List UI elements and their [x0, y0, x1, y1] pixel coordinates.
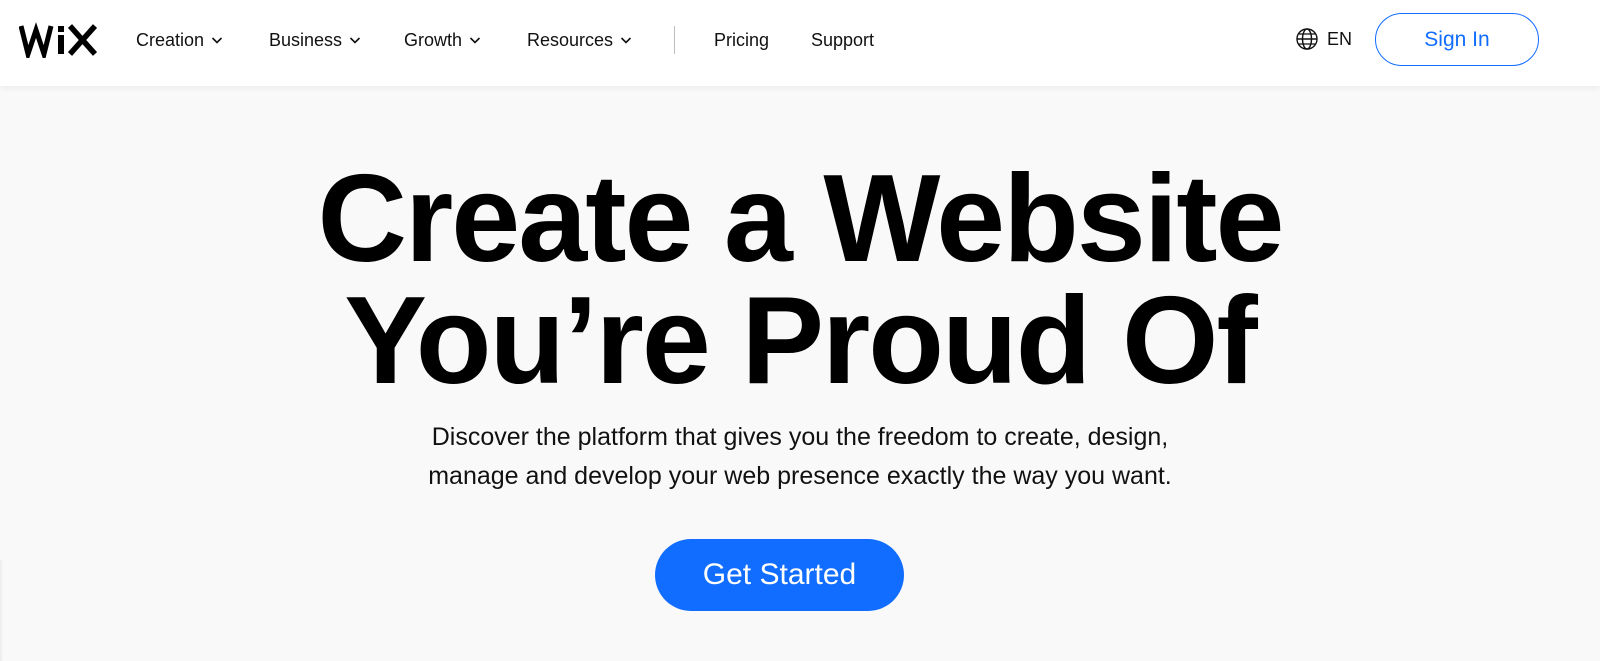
nav-growth[interactable]: Growth: [404, 28, 481, 52]
left-edge-shadow: [0, 560, 3, 661]
chevron-down-icon: [469, 37, 481, 44]
language-selector[interactable]: EN: [1295, 27, 1352, 51]
chevron-down-icon: [620, 37, 632, 44]
sign-in-button[interactable]: Sign In: [1375, 13, 1539, 66]
nav-support[interactable]: Support: [811, 28, 874, 52]
chevron-down-icon: [349, 37, 361, 44]
nav-growth-label: Growth: [404, 30, 463, 50]
top-header: Creation Business Growth Resources Prici…: [0, 0, 1600, 86]
nav-creation-label: Creation: [136, 30, 205, 50]
nav-pricing[interactable]: Pricing: [714, 28, 769, 52]
hero-section: Create a Website You’re Proud Of Discove…: [0, 86, 1600, 661]
hero-headline-line1: Create a Website: [317, 150, 1284, 288]
hero-headline-line2: You’re Proud Of: [344, 272, 1258, 410]
nav-support-label: Support: [811, 30, 875, 50]
get-started-button[interactable]: Get Started: [655, 539, 904, 611]
chevron-down-icon: [211, 37, 223, 44]
nav-creation[interactable]: Creation: [136, 28, 223, 52]
language-label: EN: [1327, 28, 1353, 49]
nav-resources-label: Resources: [527, 30, 614, 50]
nav-pricing-label: Pricing: [714, 30, 770, 50]
sign-in-label: Sign In: [1424, 27, 1490, 51]
globe-icon: [1296, 28, 1318, 50]
get-started-label: Get Started: [702, 558, 857, 591]
nav-business[interactable]: Business: [269, 28, 361, 52]
nav-divider: [674, 26, 675, 54]
nav-business-label: Business: [269, 30, 343, 50]
hero-subtitle-line1: Discover the platform that gives you the…: [431, 423, 1169, 451]
wix-logo-mark: [19, 22, 98, 58]
hero-subtitle: Discover the platform that gives you the…: [0, 418, 1600, 496]
wix-logo[interactable]: [19, 14, 99, 58]
hero-subtitle-line2: manage and develop your web presence exa…: [428, 462, 1172, 490]
nav-resources[interactable]: Resources: [527, 28, 632, 52]
hero-headline: Create a Website You’re Proud Of: [0, 150, 1600, 410]
